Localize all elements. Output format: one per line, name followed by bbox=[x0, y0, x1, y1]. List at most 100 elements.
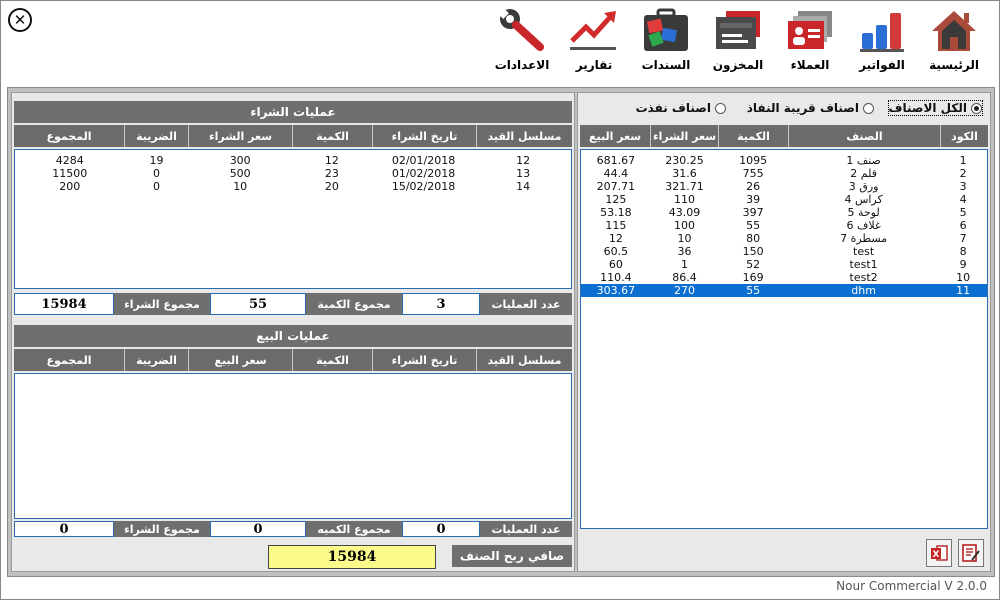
cell: 01/02/2018 bbox=[391, 167, 456, 180]
toolbar-home-button[interactable]: الرئيسية bbox=[915, 7, 993, 79]
table-row-selected[interactable]: 11 dhm 55 270 303.67 bbox=[581, 284, 987, 297]
version-label: Nour Commercial V 2.0.0 bbox=[836, 579, 987, 593]
cell: 3 bbox=[959, 180, 967, 193]
cell: 44.4 bbox=[603, 167, 629, 180]
toolbar-home-label: الرئيسية bbox=[929, 58, 979, 72]
table-row[interactable]: 6 غلاف 6 55 100 115 bbox=[581, 219, 987, 232]
table-row[interactable]: 8 test 150 36 60.5 bbox=[581, 245, 987, 258]
purchases-col-serial[interactable]: مسلسل القيد bbox=[476, 125, 572, 147]
cell: 12 bbox=[516, 154, 531, 167]
cell: كراس 4 bbox=[844, 193, 883, 206]
cell: 110.4 bbox=[600, 271, 632, 284]
app-window: ✕ الرئيسية الفواتير العملاء المخزون السن… bbox=[0, 0, 1000, 600]
table-row[interactable]: 12 02/01/2018 12 300 19 4284 bbox=[15, 154, 571, 167]
purchases-table-body[interactable]: 12 02/01/2018 12 300 19 4284 13 01/02/20… bbox=[14, 149, 572, 289]
sales-title: عمليات البيع bbox=[14, 325, 572, 347]
users-card-icon bbox=[788, 11, 832, 49]
table-row[interactable]: 3 ورق 3 26 321.71 207.71 bbox=[581, 180, 987, 193]
cell: 10 bbox=[956, 271, 971, 284]
toolbar-invoices-button[interactable]: الفواتير bbox=[843, 7, 921, 79]
cell: 55 bbox=[746, 219, 761, 232]
sales-table-body[interactable] bbox=[14, 373, 572, 519]
cell: 60.5 bbox=[603, 245, 629, 258]
purchases-col-total[interactable]: المجموع bbox=[14, 125, 124, 147]
filter-all-radio[interactable]: الكل الاصناف bbox=[887, 100, 984, 116]
sales-col-qty[interactable]: الكمية bbox=[292, 349, 372, 371]
cell: 1 bbox=[959, 154, 967, 167]
toolbar-vouchers-button[interactable]: السندات bbox=[627, 7, 705, 79]
items-col-name[interactable]: الصنف bbox=[788, 125, 940, 147]
cell: 303.67 bbox=[596, 284, 636, 297]
sales-col-date[interactable]: تاريخ الشراء bbox=[372, 349, 476, 371]
purchases-header: مسلسل القيد تاريخ الشراء الكمية سعر الشر… bbox=[14, 125, 572, 147]
cell: لوحة 5 bbox=[847, 206, 880, 219]
purchases-count-label: عدد العمليات bbox=[480, 293, 572, 315]
table-row[interactable]: 1 صنف 1 1095 230.25 681.67 bbox=[581, 154, 987, 167]
items-col-qty[interactable]: الكمية bbox=[718, 125, 788, 147]
table-row[interactable]: 5 لوحة 5 397 43.09 53.18 bbox=[581, 206, 987, 219]
sales-col-serial[interactable]: مسلسل القيد bbox=[476, 349, 572, 371]
toolbar-customers-label: العملاء bbox=[790, 58, 830, 72]
items-col-code[interactable]: الكود bbox=[940, 125, 988, 147]
toolbar-customers-button[interactable]: العملاء bbox=[771, 7, 849, 79]
cell: 10 bbox=[677, 232, 692, 245]
table-row[interactable]: 14 15/02/2018 20 10 0 200 bbox=[15, 180, 571, 193]
cell: 4 bbox=[959, 193, 967, 206]
toolbar-inventory-button[interactable]: المخزون bbox=[699, 7, 777, 79]
cell: 200 bbox=[59, 180, 81, 193]
radio-dot bbox=[971, 102, 982, 114]
items-table-body[interactable]: 1 صنف 1 1095 230.25 681.67 2 قلم 2 755 31.6 44.4… bbox=[580, 149, 988, 529]
table-row[interactable]: 13 01/02/2018 23 500 0 11500 bbox=[15, 167, 571, 180]
home-icon bbox=[932, 11, 976, 51]
table-row[interactable]: 4 كراس 4 39 110 125 bbox=[581, 193, 987, 206]
items-header: الكود الصنف الكمية سعر الشراء سعر البيع bbox=[580, 125, 988, 147]
cell: test2 bbox=[849, 271, 878, 284]
cell: 270 bbox=[673, 284, 695, 297]
sales-col-total[interactable]: المجموع bbox=[14, 349, 124, 371]
cell: 1095 bbox=[739, 154, 768, 167]
cell: test bbox=[853, 245, 875, 258]
cell: 2 bbox=[959, 167, 967, 180]
trend-icon bbox=[570, 11, 616, 50]
cell: 11500 bbox=[52, 167, 88, 180]
table-row[interactable]: 9 test1 52 1 60 bbox=[581, 258, 987, 271]
items-col-buy[interactable]: سعر الشراء bbox=[650, 125, 718, 147]
toolbar-settings-button[interactable]: الاعدادات bbox=[483, 7, 561, 79]
purchases-col-date[interactable]: تاريخ الشراء bbox=[372, 125, 476, 147]
purchases-col-qty[interactable]: الكمية bbox=[292, 125, 372, 147]
sales-summary: عدد العمليات 0 مجموع الكميه 0 مجموع الشر… bbox=[14, 521, 572, 537]
table-row[interactable]: 7 مسطرة 7 80 10 12 bbox=[581, 232, 987, 245]
toolbar-reports-button[interactable]: تقارير bbox=[555, 7, 633, 79]
filter-near-out-label: اصناف قريبة النفاذ bbox=[746, 101, 859, 115]
filter-near-out-radio[interactable]: اصناف قريبة النفاذ bbox=[747, 101, 874, 115]
main-toolbar: الرئيسية الفواتير العملاء المخزون السندا… bbox=[491, 7, 993, 87]
cell: 0 bbox=[152, 167, 160, 180]
sales-count-label: عدد العمليات bbox=[480, 521, 572, 537]
cell: 7 bbox=[959, 232, 967, 245]
cell: 169 bbox=[742, 271, 764, 284]
purchases-total-value: 15984 bbox=[14, 293, 114, 315]
cell: 9 bbox=[959, 258, 967, 271]
cell: 26 bbox=[746, 180, 761, 193]
cell: 10 bbox=[233, 180, 248, 193]
sales-col-price[interactable]: سعر البيع bbox=[188, 349, 292, 371]
items-col-sell[interactable]: سعر البيع bbox=[580, 125, 650, 147]
sales-col-tax[interactable]: الضريبة bbox=[124, 349, 188, 371]
table-row[interactable]: 10 test2 169 86.4 110.4 bbox=[581, 271, 987, 284]
close-icon[interactable]: ✕ bbox=[8, 8, 32, 32]
left-panel: عمليات الشراء مسلسل القيد تاريخ الشراء ا… bbox=[11, 92, 575, 572]
table-row[interactable]: 2 قلم 2 755 31.6 44.4 bbox=[581, 167, 987, 180]
purchases-col-price[interactable]: سعر الشراء bbox=[188, 125, 292, 147]
edit-report-button[interactable] bbox=[958, 539, 984, 567]
cell: 43.09 bbox=[668, 206, 701, 219]
cell: 02/01/2018 bbox=[391, 154, 456, 167]
cell: 207.71 bbox=[596, 180, 636, 193]
cell: 4284 bbox=[55, 154, 84, 167]
cell: 13 bbox=[516, 167, 531, 180]
filter-out-radio[interactable]: اصناف نفذت bbox=[636, 101, 726, 115]
cell: 55 bbox=[746, 284, 761, 297]
sales-total-value: 0 bbox=[14, 521, 114, 537]
cell: 500 bbox=[229, 167, 251, 180]
purchases-col-tax[interactable]: الضريبة bbox=[124, 125, 188, 147]
export-excel-button[interactable]: X bbox=[926, 539, 952, 567]
